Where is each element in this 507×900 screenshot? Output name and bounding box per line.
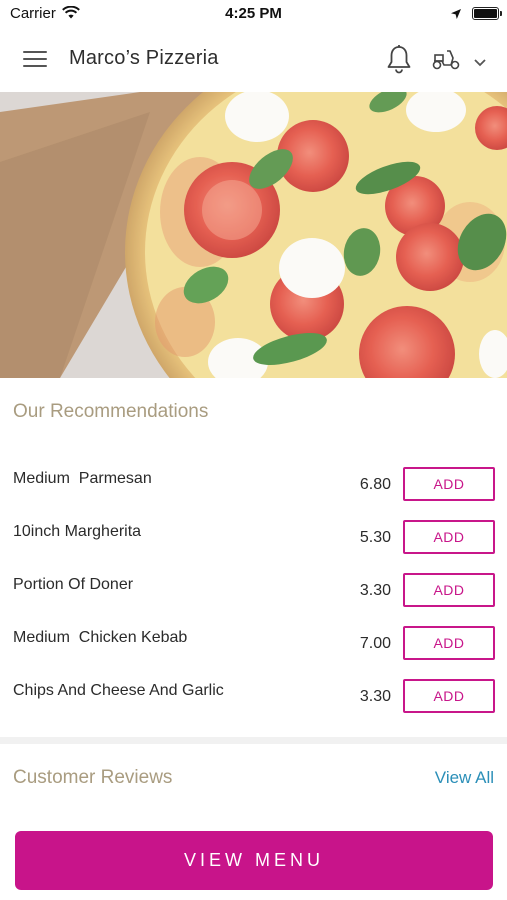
add-button[interactable]: ADD <box>403 679 495 713</box>
item-price: 3.30 <box>359 688 391 705</box>
add-button[interactable]: ADD <box>403 626 495 660</box>
clock-time: 4:25 PM <box>225 5 282 22</box>
battery-icon <box>472 7 502 20</box>
view-all-link[interactable]: View All <box>435 768 494 788</box>
add-button[interactable]: ADD <box>403 467 495 501</box>
item-price: 6.80 <box>359 476 391 493</box>
bell-icon[interactable] <box>386 44 412 79</box>
item-price: 3.30 <box>359 582 391 599</box>
location-arrow-icon <box>450 7 462 25</box>
view-menu-button[interactable]: VIEW MENU <box>15 831 493 890</box>
recommendation-item: Medium Parmesan 6.80 ADD <box>0 467 507 520</box>
menu-icon[interactable] <box>23 50 47 68</box>
reviews-heading: Customer Reviews <box>13 767 173 788</box>
item-name: 10inch Margherita <box>13 523 142 540</box>
item-name: Medium Parmesan <box>13 470 152 487</box>
add-button[interactable]: ADD <box>403 573 495 607</box>
recommendation-item: Chips And Cheese And Garlic 3.30 ADD <box>0 679 507 732</box>
restaurant-title: Marco’s Pizzeria <box>69 47 219 69</box>
recommendation-item: 10inch Margherita 5.30 ADD <box>0 520 507 573</box>
item-price: 7.00 <box>359 635 391 652</box>
item-name: Chips And Cheese And Garlic <box>13 682 224 699</box>
chevron-down-icon[interactable] <box>473 54 487 72</box>
recommendation-item: Portion Of Doner 3.30 ADD <box>0 573 507 626</box>
status-bar: Carrier 4:25 PM <box>0 0 507 28</box>
add-button[interactable]: ADD <box>403 520 495 554</box>
recommendation-item: Medium Chicken Kebab 7.00 ADD <box>0 626 507 679</box>
item-name: Medium Chicken Kebab <box>13 629 188 646</box>
recommendations-heading: Our Recommendations <box>13 401 209 422</box>
section-divider <box>0 737 507 744</box>
pizza-illustration <box>0 92 507 378</box>
hero-pizza-image <box>0 92 507 378</box>
item-name: Portion Of Doner <box>13 576 134 593</box>
item-price: 5.30 <box>359 529 391 546</box>
scooter-icon[interactable] <box>431 47 461 76</box>
app-header: Marco’s Pizzeria <box>0 28 507 92</box>
